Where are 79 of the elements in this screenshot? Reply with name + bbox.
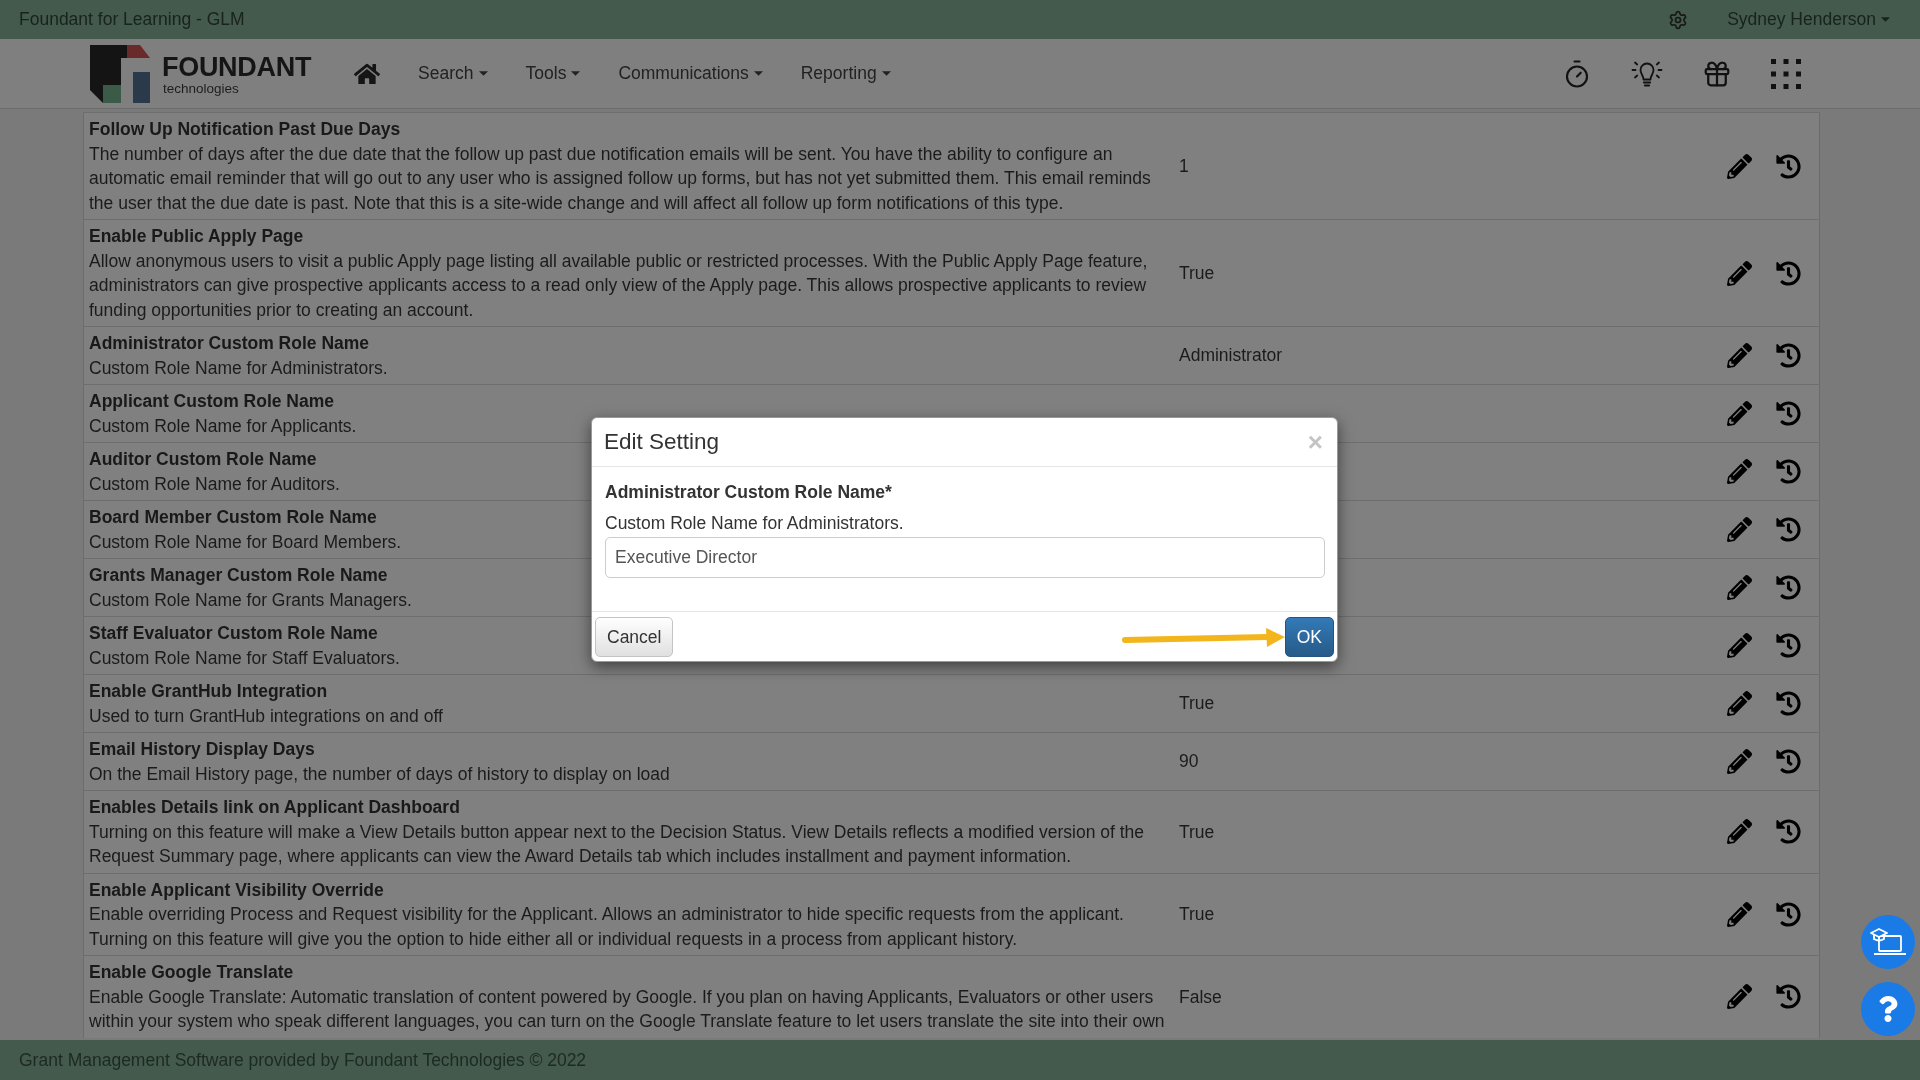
history-icon[interactable]: [1776, 633, 1801, 658]
setting-description: Custom Role Name for Applicants.: [89, 414, 357, 438]
nav-menu[interactable]: Reporting: [781, 63, 910, 84]
setting-title: Board Member Custom Role Name: [89, 506, 377, 529]
pencil-icon[interactable]: [1727, 575, 1752, 600]
setting-title: Enable Google Translate: [89, 961, 294, 984]
dialog-title: Edit Setting: [604, 429, 720, 455]
pencil-icon[interactable]: [1727, 633, 1752, 658]
setting-title: Enable Public Apply Page: [89, 225, 304, 248]
history-icon[interactable]: [1776, 691, 1801, 716]
setting-description: Custom Role Name for Board Members.: [89, 530, 402, 554]
setting-title: Enable GrantHub Integration: [89, 680, 328, 703]
pencil-icon[interactable]: [1727, 401, 1752, 426]
history-icon[interactable]: [1776, 984, 1801, 1010]
nav-menu[interactable]: Search: [399, 63, 507, 84]
setting-title: Enables Details link on Applicant Dashboard: [89, 796, 460, 819]
setting-value: 1: [1179, 154, 1189, 178]
history-icon[interactable]: [1776, 260, 1801, 286]
setting-value: 90: [1179, 750, 1199, 774]
setting-title: Enable Applicant Visibility Override: [89, 878, 384, 902]
pencil-icon[interactable]: [1727, 153, 1752, 179]
setting-value: True: [1179, 820, 1215, 844]
nav-menu[interactable]: Tools: [506, 63, 600, 84]
pencil-icon[interactable]: [1727, 749, 1752, 774]
history-icon[interactable]: [1776, 343, 1801, 368]
setting-title: Grants Manager Custom Role Name: [89, 564, 388, 587]
pencil-icon[interactable]: [1727, 691, 1752, 716]
field-label: Administrator Custom Role Name*: [605, 481, 892, 504]
setting-description: The number of days after the due date that the follow up past due notification emails will be sent. You have the ability to configure an automatic email reminder that will go out to any user who is assigned follow up forms, but has not yet submitted them. This email reminds the user that the due date is past. Note that this is a site-wide change and will affect all follow up form notifications of this type.: [89, 142, 1152, 215]
history-icon[interactable]: [1776, 517, 1801, 542]
learning-button[interactable]: [1861, 915, 1915, 969]
pencil-icon[interactable]: [1727, 819, 1752, 845]
setting-title: Applicant Custom Role Name: [89, 390, 335, 413]
ok-button[interactable]: OK: [1284, 617, 1334, 657]
history-icon[interactable]: [1776, 575, 1801, 600]
logo-tagline: technologies: [162, 80, 240, 96]
setting-description: Used to turn GrantHub integrations on and off: [89, 704, 443, 728]
pencil-icon[interactable]: [1727, 343, 1752, 368]
history-icon[interactable]: [1776, 459, 1801, 484]
history-icon[interactable]: [1776, 153, 1801, 179]
setting-title: Staff Evaluator Custom Role Name: [89, 622, 378, 645]
setting-description: Allow anonymous users to visit a public Apply page listing all available public or restricted processes. With the Public Apply Page feature, administrators can give prospective applicants access to a read only view of the Apply page. This allows prospective applicants to review funding opportunities prior to creating an account.: [89, 249, 1149, 322]
setting-title: Follow Up Notification Past Due Days: [89, 118, 401, 141]
setting-description: On the Email History page, the number of days of history to display on load: [89, 762, 670, 786]
setting-title: Auditor Custom Role Name: [89, 448, 317, 471]
settings-icon[interactable]: [1668, 9, 1689, 30]
history-icon[interactable]: [1776, 749, 1801, 774]
nav-menu[interactable]: Communications: [599, 63, 782, 84]
grid-icon[interactable]: [1771, 58, 1801, 89]
help-button[interactable]: [1861, 982, 1915, 1036]
setting-description: Custom Role Name for Auditors.: [89, 472, 340, 496]
setting-description: Custom Role Name for Grants Managers.: [89, 588, 412, 612]
pencil-icon[interactable]: [1727, 260, 1752, 286]
setting-value: True: [1179, 692, 1215, 716]
pencil-icon[interactable]: [1727, 901, 1752, 927]
pencil-icon[interactable]: [1727, 459, 1752, 484]
setting-value: Administrator: [1179, 344, 1283, 368]
pencil-icon[interactable]: [1727, 984, 1752, 1010]
role-name-field[interactable]: Executive Director: [605, 537, 1325, 578]
setting-description: Enable Google Translate: Automatic translation of content powered by Google. If you plan on having Applicants, Evaluators or other users within your system who speak different languages, you can turn on the Google Translate feature to let users translate the site into their own: [89, 985, 1166, 1033]
history-icon[interactable]: [1776, 901, 1801, 927]
field-help: Custom Role Name for Administrators.: [605, 512, 904, 535]
setting-description: Custom Role Name for Administrators.: [89, 356, 388, 380]
arrow-icon: [1119, 625, 1285, 649]
setting-title: Administrator Custom Role Name: [89, 332, 370, 355]
setting-description: Custom Role Name for Staff Evaluators.: [89, 646, 400, 670]
history-icon[interactable]: [1776, 401, 1801, 426]
logo-icon[interactable]: [90, 44, 150, 103]
setting-value: False: [1179, 985, 1222, 1009]
history-icon[interactable]: [1776, 819, 1801, 845]
setting-description: Enable overriding Process and Request visibility for the Applicant. Allows an administrator to hide specific requests from the applicant. Turning on this feature will give you the option to hide either all or individual requests in a process from applicant history.: [89, 903, 1125, 951]
logo-name: FOUNDANT: [162, 53, 312, 81]
setting-value: True: [1179, 261, 1215, 285]
cancel-button[interactable]: Cancel: [595, 617, 674, 657]
laptop-graduation-cap-icon: [1870, 926, 1906, 958]
pencil-icon[interactable]: [1727, 517, 1752, 542]
setting-title: Email History Display Days: [89, 738, 315, 761]
setting-value: True: [1179, 903, 1215, 926]
setting-description: Turning on this feature will make a View Details button appear next to the Decision Status. View Details reflects a modified version of the Request Summary page, where applicants can view the Award Details tab which includes installment and payment information.: [89, 820, 1146, 868]
